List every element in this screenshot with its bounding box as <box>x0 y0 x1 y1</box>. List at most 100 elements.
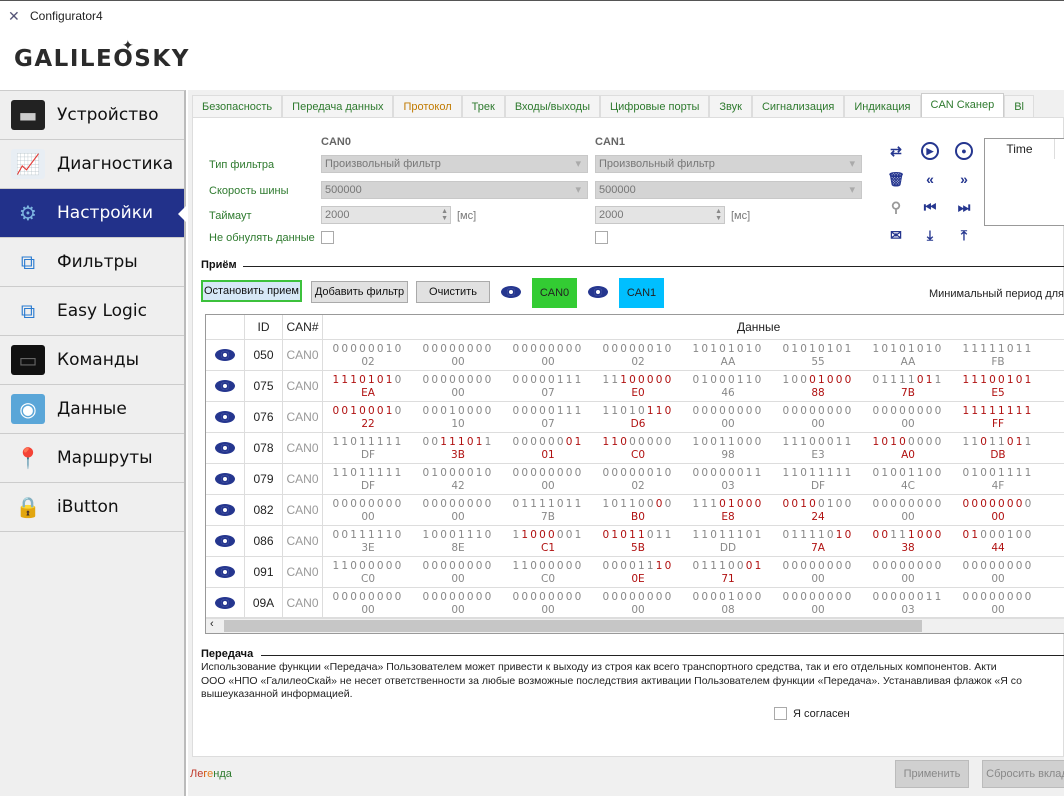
eye-icon[interactable] <box>214 379 236 393</box>
stop-receive-button[interactable]: Остановить прием <box>201 280 302 302</box>
bit: 0 <box>458 467 467 479</box>
scrollbar-thumb[interactable] <box>224 620 922 632</box>
sidebar-item-3[interactable]: ⧉ Фильтры <box>0 238 184 287</box>
sidebar-item-8[interactable]: 🔒 iButton <box>0 483 184 532</box>
time-column-header[interactable]: Time <box>985 139 1055 159</box>
fast-forward-icon[interactable]: » <box>955 170 973 188</box>
bit: 0 <box>701 591 711 603</box>
tab-4[interactable]: Входы/выходы <box>504 95 600 117</box>
agree-label[interactable]: Я согласен <box>793 708 850 720</box>
horizontal-scrollbar[interactable]: ‹ <box>206 617 1064 633</box>
bit: 1 <box>701 560 711 572</box>
eye-cell[interactable] <box>206 495 245 526</box>
refresh-icon[interactable]: ⇄ <box>887 142 905 160</box>
eye-cell[interactable] <box>206 557 245 588</box>
bit: 0 <box>692 560 702 572</box>
table-row[interactable]: 086 CAN0 00111110 3E 10001110 8E 11000001 C1 010… <box>206 526 1064 557</box>
table-row[interactable]: 078 CAN0 11011111 DF 00111011 3B 00000001 01 110… <box>206 433 1064 464</box>
can0-toggle[interactable]: CAN0 <box>532 278 577 308</box>
export-icon[interactable]: ⤒ <box>955 226 973 244</box>
eye-cell[interactable] <box>206 588 245 619</box>
import-icon[interactable]: ⤓ <box>921 226 939 244</box>
can1-speed-select[interactable]: 500000 <box>595 181 862 199</box>
table-row[interactable]: 076 CAN0 00100010 22 00010000 10 00000111 07 110… <box>206 402 1064 433</box>
eye-icon[interactable] <box>214 534 236 548</box>
eye-icon[interactable] <box>214 472 236 486</box>
tab-5[interactable]: Цифровые порты <box>600 95 710 117</box>
byte-bits: 01000100 <box>953 528 1043 542</box>
skip-back-icon[interactable]: ⏮ <box>921 198 939 216</box>
bit: 0 <box>394 498 404 510</box>
can0-timeout-input[interactable]: 2000 ▲ ▼ <box>321 206 451 224</box>
eye-cell[interactable] <box>206 433 245 464</box>
trash-icon[interactable]: 🗑 <box>887 170 905 188</box>
bit: 0 <box>872 374 882 386</box>
skip-forward-icon[interactable]: ⏭ <box>955 198 973 216</box>
eye-cell[interactable] <box>206 402 245 433</box>
bit: 0 <box>719 405 728 417</box>
eye-cell[interactable] <box>206 526 245 557</box>
eye-cell[interactable] <box>206 464 245 495</box>
eye-icon[interactable] <box>214 441 236 455</box>
can0-filter-select[interactable]: Произвольный фильтр <box>321 155 588 173</box>
table-row[interactable]: 050 CAN0 00000010 02 00000000 00 00000000 00 000… <box>206 340 1064 371</box>
play-icon[interactable]: ▶ <box>921 142 939 160</box>
eye-icon[interactable] <box>214 596 236 610</box>
data-byte: 00000011 03 <box>683 464 773 495</box>
sidebar-item-2[interactable]: ⚙ Настройки <box>0 189 186 238</box>
can0-speed-select[interactable]: 500000 <box>321 181 588 199</box>
tab-9[interactable]: CAN Сканер <box>920 93 1005 117</box>
can-column-header[interactable]: CAN# <box>283 315 323 340</box>
id-column-header[interactable]: ID <box>245 315 283 340</box>
tab-8[interactable]: Индикация <box>844 95 921 117</box>
bit: 0 <box>574 591 584 603</box>
eye-icon[interactable] <box>214 348 236 362</box>
spinner-arrows-icon[interactable]: ▲ ▼ <box>441 208 448 222</box>
tab-2[interactable]: Протокол <box>393 95 462 117</box>
sidebar-item-1[interactable]: 📈 Диагностика <box>0 140 184 189</box>
table-row[interactable]: 082 CAN0 00000000 00 00000000 00 01111011 7B 101… <box>206 495 1064 526</box>
eye-cell[interactable] <box>206 371 245 402</box>
table-row[interactable]: 09A CAN0 00000000 00 00000000 00 00000000 00 000… <box>206 588 1064 619</box>
can1-timeout-input[interactable]: 2000 ▲ ▼ <box>595 206 725 224</box>
spinner-arrows-icon[interactable]: ▲ ▼ <box>715 208 722 222</box>
tab-0[interactable]: Безопасность <box>192 95 283 117</box>
sidebar-item-5[interactable]: ▭ Команды <box>0 336 184 385</box>
eye-icon[interactable] <box>500 285 522 299</box>
eye-icon[interactable] <box>214 503 236 517</box>
tab-3[interactable]: Трек <box>461 95 505 117</box>
tab-6[interactable]: Звук <box>709 95 752 117</box>
table-row[interactable]: 079 CAN0 11011111 DF 01000010 42 00000000 00 000… <box>206 464 1064 495</box>
eye-cell[interactable] <box>206 340 245 371</box>
agree-checkbox[interactable] <box>774 707 787 720</box>
can0-no-reset-checkbox[interactable] <box>321 231 334 244</box>
add-filter-button[interactable]: Добавить фильтр <box>311 281 408 303</box>
mail-add-icon[interactable]: ✉ <box>887 226 905 244</box>
can1-filter-select[interactable]: Произвольный фильтр <box>595 155 862 173</box>
tab-10[interactable]: Вl <box>1004 95 1034 117</box>
can1-toggle[interactable]: CAN1 <box>619 278 664 308</box>
table-row[interactable]: 075 CAN0 11101010 EA 00000000 00 00000111 07 111… <box>206 371 1064 402</box>
tab-7[interactable]: Сигнализация <box>751 95 845 117</box>
rewind-icon[interactable]: « <box>921 170 939 188</box>
bit: 1 <box>1006 529 1016 541</box>
legend-link[interactable]: Легенда <box>190 768 232 780</box>
reset-tab-button[interactable]: Сбросить вклад <box>982 760 1064 788</box>
record-icon[interactable]: ● <box>955 142 973 160</box>
eye-column-header <box>206 315 245 340</box>
clear-button[interactable]: Очистить <box>416 281 490 303</box>
filter-add-icon[interactable]: ⚲ <box>887 198 905 216</box>
scroll-left-icon[interactable]: ‹ <box>210 618 214 630</box>
sidebar-item-7[interactable]: 📍 Маршруты <box>0 434 184 483</box>
can1-no-reset-checkbox[interactable] <box>595 231 608 244</box>
data-column-header[interactable]: Данные <box>323 315 1064 340</box>
sidebar-item-0[interactable]: ▬ Устройство <box>0 91 184 140</box>
eye-icon[interactable] <box>214 410 236 424</box>
sidebar-item-6[interactable]: ◉ Данные <box>0 385 184 434</box>
eye-icon[interactable] <box>214 565 236 579</box>
sidebar-item-4[interactable]: ⧉ Easy Logic <box>0 287 184 336</box>
table-row[interactable]: 091 CAN0 11000000 C0 00000000 00 11000000 C0 000… <box>206 557 1064 588</box>
eye-icon[interactable] <box>587 285 609 299</box>
apply-button[interactable]: Применить <box>895 760 969 788</box>
tab-1[interactable]: Передача данных <box>282 95 394 117</box>
